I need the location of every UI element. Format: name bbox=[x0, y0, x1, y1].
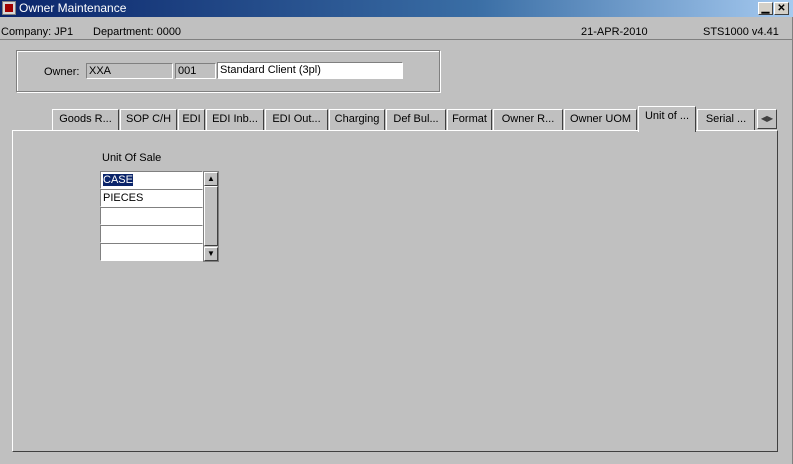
unit-of-sale-label: Unit Of Sale bbox=[102, 152, 162, 164]
unit-of-sale-row[interactable] bbox=[100, 225, 203, 243]
tab-def-bulk[interactable]: Def Bul... bbox=[386, 109, 446, 130]
owner-code-field[interactable]: XXA bbox=[86, 63, 173, 79]
owner-name-field[interactable]: Standard Client (3pl) bbox=[217, 62, 403, 79]
tab-edi[interactable]: EDI bbox=[178, 109, 205, 130]
tab-unit-of-sale[interactable]: Unit of ... bbox=[638, 106, 696, 132]
close-button[interactable]: ✕ bbox=[774, 2, 789, 15]
company-label: Company: JP1 bbox=[1, 26, 74, 38]
scroll-thumb[interactable] bbox=[204, 186, 218, 246]
app-icon bbox=[2, 1, 16, 15]
date-label: 21-APR-2010 bbox=[581, 26, 648, 38]
tab-sop-ch[interactable]: SOP C/H bbox=[120, 109, 177, 130]
tab-scroll-arrows-icon[interactable]: ◀▶ bbox=[757, 109, 777, 129]
scroll-down-icon[interactable]: ▼ bbox=[204, 247, 218, 261]
unit-of-sale-value: CASE bbox=[103, 174, 133, 186]
unit-of-sale-row[interactable] bbox=[100, 243, 203, 261]
tab-format[interactable]: Format bbox=[447, 109, 492, 130]
unit-of-sale-scrollbar[interactable]: ▲ ▼ bbox=[203, 171, 219, 262]
unit-of-sale-value: PIECES bbox=[103, 192, 144, 204]
tab-charging[interactable]: Charging bbox=[329, 109, 385, 130]
tab-owner-r[interactable]: Owner R... bbox=[493, 109, 563, 130]
department-label: Department: 0000 bbox=[93, 26, 182, 38]
owner-number-field[interactable]: 001 bbox=[175, 63, 216, 79]
tab-edi-inbound[interactable]: EDI Inb... bbox=[206, 109, 264, 130]
status-divider bbox=[0, 39, 793, 40]
tab-owner-uom[interactable]: Owner UOM bbox=[564, 109, 637, 130]
owner-label: Owner: bbox=[44, 66, 80, 78]
tab-goods-received[interactable]: Goods R... bbox=[52, 109, 119, 130]
status-bar: Company: JP1 Department: 0000 21-APR-201… bbox=[0, 17, 793, 40]
minimize-button[interactable]: ▁ bbox=[758, 2, 773, 15]
window-title: Owner Maintenance bbox=[19, 1, 127, 15]
unit-of-sale-row[interactable]: PIECES bbox=[100, 189, 203, 207]
version-label: STS1000 v4.41 bbox=[703, 26, 779, 38]
tab-serial[interactable]: Serial ... bbox=[697, 109, 755, 130]
unit-of-sale-row[interactable]: CASE bbox=[100, 171, 203, 189]
unit-of-sale-row[interactable] bbox=[100, 207, 203, 225]
title-bar: Owner Maintenance ▁ ✕ bbox=[0, 0, 793, 17]
scroll-up-icon[interactable]: ▲ bbox=[204, 172, 218, 186]
tab-edi-outbound[interactable]: EDI Out... bbox=[265, 109, 328, 130]
